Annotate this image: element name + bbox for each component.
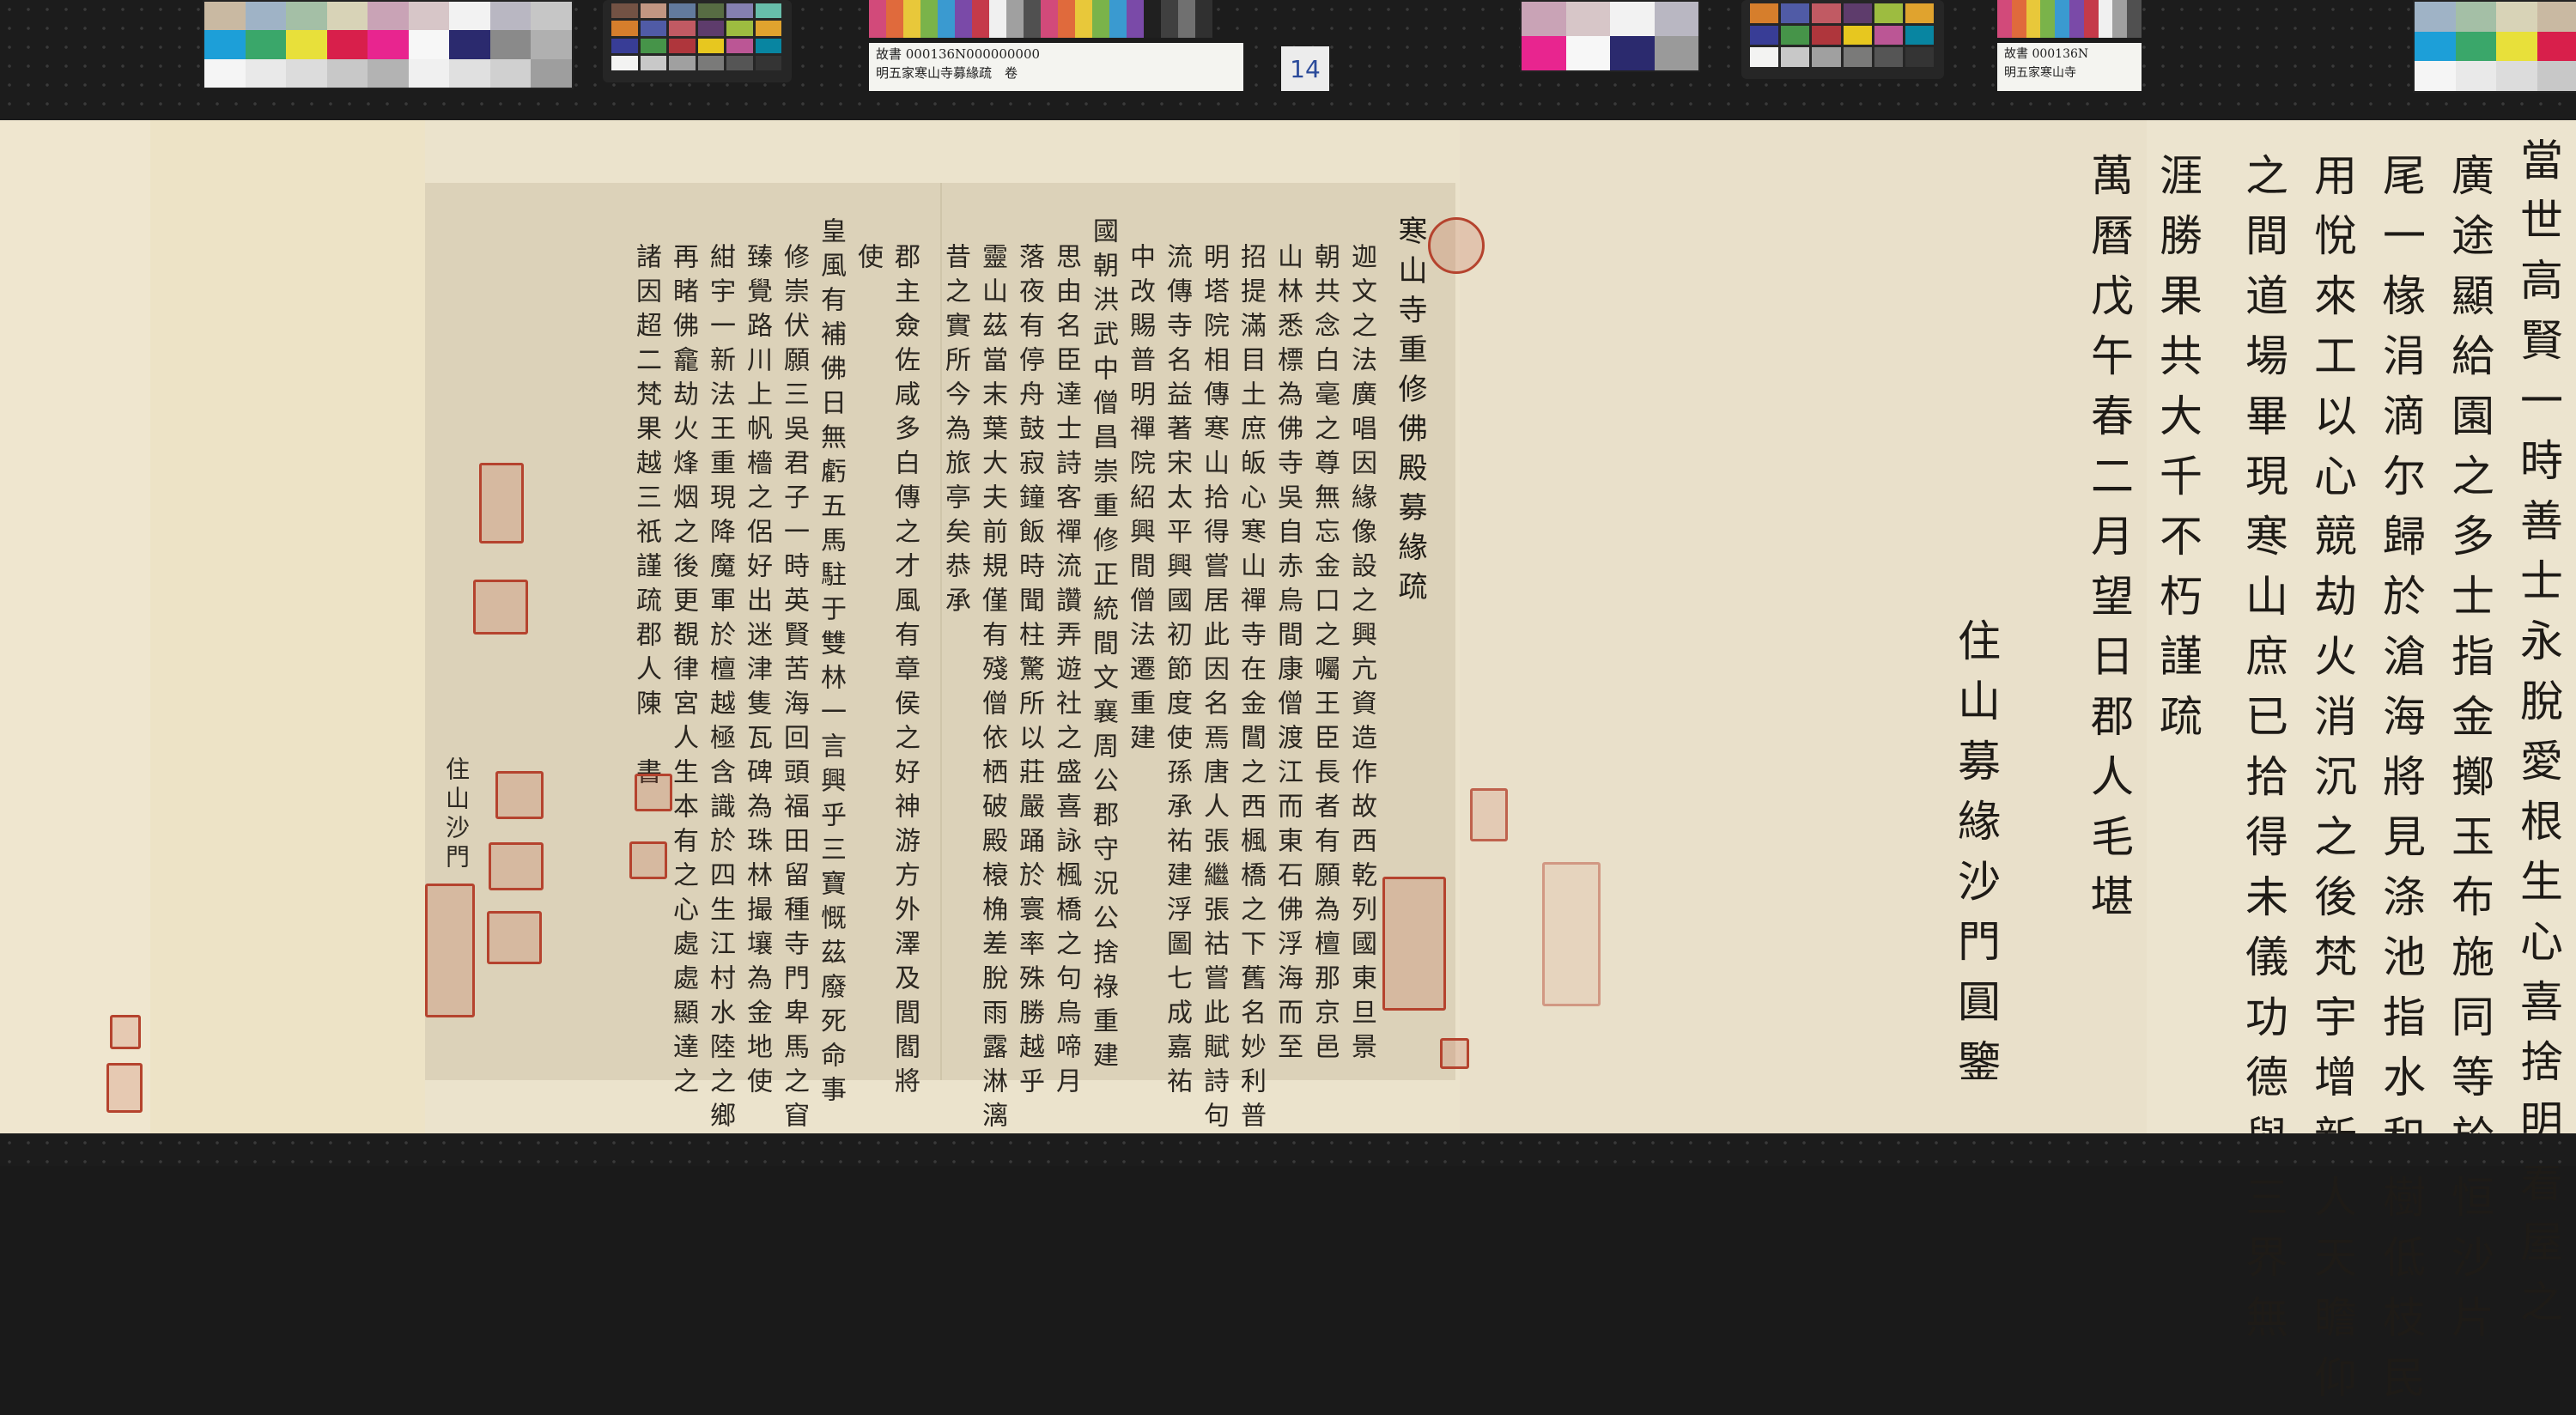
text-column-10: 落夜有停舟鼓寂鐘飯時聞柱驚所以莊嚴踊於寰率殊勝越乎	[1014, 243, 1044, 1102]
text-column-7: 中改賜普明禪院紹興間僧法遷重建	[1125, 243, 1155, 758]
text-column-1: 迦文之法廣唱因緣像設之興亢資造作故西乾列國東旦景	[1346, 243, 1376, 1067]
color-chart-a	[203, 0, 574, 89]
color-chart-b	[1520, 0, 1700, 72]
label-right-line-2: 明五家寒山寺	[2004, 66, 2076, 80]
text-column-13: 郡主僉佐咸多白傳之才風有章侯之好神游方外澤及閭閻將	[890, 243, 920, 1102]
text-column-19: 再睹佛龕劫火烽烟之後更覩律宮人生本有之心處處顯達之	[668, 243, 698, 1102]
seal-panel-right-small	[1440, 1038, 1469, 1069]
text-column-16: 修崇伏願三吳君子一時英賢苦海回頭福田留種寺門卑馬之窅宜	[779, 243, 809, 1170]
seal-mid-4	[489, 842, 544, 890]
sheet-number-tag: 14	[1281, 46, 1329, 91]
seal-mid-3	[495, 771, 544, 819]
seal-author-2	[629, 841, 667, 879]
specimen-label-card-right: 故書 000136N 明五家寒山寺	[1997, 43, 2142, 91]
colophon-column-3: 之間道場畢現寒山庶已拾得未儀功德與三界無	[2239, 153, 2288, 1355]
text-column-20: 諸因超二梵果越三祇謹疏郡人陳 書	[631, 243, 661, 793]
color-chart-c	[2413, 0, 2576, 93]
text-column-15: 皇風有補佛日無虧五馬駐于雙林一言興乎三寶慨茲廢死命事	[816, 217, 846, 1110]
text-column-4: 招提滿目土庶皈心寒山禪寺在金閶之西楓橋之下舊名妙利普	[1236, 243, 1266, 1136]
text-column-2: 朝共念白毫之尊無忘金口之囑王臣長者有願為檀那京邑	[1309, 243, 1340, 1067]
mounting-silk-left	[0, 120, 150, 1138]
sheet-number: 14	[1290, 54, 1321, 83]
seal-mount-left-2	[106, 1063, 143, 1113]
backdrop-bottom	[0, 1133, 2576, 1166]
colophon-column-8: 開田庶調河而之牧旅景成若莊亞天花之降陸	[2570, 137, 2576, 1279]
signature-left: 住山沙門	[442, 756, 471, 873]
color-strip-a	[869, 0, 1212, 38]
text-column-6: 流傳寺名益著宋太平興國初節度使孫承祐建浮圖七成嘉祐	[1162, 243, 1192, 1102]
seal-mid-2	[473, 580, 528, 635]
text-column-14: 使	[853, 243, 883, 277]
text-column-3: 山林悉標為佛寺吳自赤烏間康僧渡江而東石佛浮海而至	[1273, 243, 1303, 1067]
colophon-column-6: 廣途顯給園之多士指金擲玉布施同等於恒沙片	[2445, 153, 2494, 1355]
label-line-1: 故書 000136N000000000	[876, 46, 1041, 62]
seal-round-top	[1428, 217, 1485, 274]
text-column-9: 思由名臣達士詩客禪流讚弄遊社之盛喜詠楓橋之句烏啼月	[1051, 243, 1081, 1102]
seal-panel-right-large	[1382, 877, 1446, 1011]
text-column-8: 國朝洪武中僧昌崇重修正統間文襄周公郡守況公捨祿重建	[1088, 217, 1118, 1076]
colophon-column-2: 涯勝果共大千不朽謹疏	[2153, 153, 2202, 754]
colophon-column-5: 尾一椽涓滴尔歸於滄海將見涤池指水和樹低枝民	[2376, 153, 2426, 1415]
seal-mount-right-2	[1542, 862, 1601, 1006]
manuscript-panel: 寒山寺重修佛殿募緣疏 迦文之法廣唱因緣像設之興亢資造作故西乾列國東旦景 朝共念白…	[425, 183, 1485, 1170]
seal-mount-left-1	[110, 1015, 141, 1049]
label-line-2: 明五家寒山寺募緣疏 卷	[876, 65, 1018, 81]
text-column-11: 靈山茲當末葉大夫前規僅有殘僧依栖破殿榱桷差脫雨露淋漓	[977, 243, 1007, 1136]
seal-mid-1	[479, 463, 524, 544]
color-checker-b	[1741, 0, 1944, 79]
colophon-signature: 住山募緣沙門圓鑒	[1951, 618, 2001, 1099]
text-column-18: 紺宇一新法王重現降魔軍於檀越極含識於四生江村水陸之鄉	[705, 243, 735, 1136]
text-column-12: 昔之實所今為旅亭矣恭承	[940, 243, 970, 621]
label-right-line-1: 故書 000136N	[2004, 47, 2089, 61]
seal-mount-right-1	[1470, 788, 1508, 841]
color-strip-b	[1997, 0, 2142, 38]
seal-left-large	[425, 884, 475, 1017]
seal-author-1	[635, 774, 672, 811]
colophon-column-1: 萬曆戊午春二月望日郡人毛堪	[2084, 153, 2134, 934]
text-column-5: 明塔院相傳寒山拾得嘗居此因名焉唐人張繼張祜嘗此賦詩句	[1199, 243, 1229, 1136]
color-checker-a	[603, 0, 792, 82]
manuscript-title: 寒山寺重修佛殿募緣疏	[1393, 216, 1427, 610]
mounting-paper-left	[150, 120, 425, 1138]
text-column-17: 臻覺路川上帆檣之侶好出迷津隻瓦碑為珠林撮壤為金地使	[742, 243, 772, 1102]
specimen-label-card: 故書 000136N000000000 明五家寒山寺募緣疏 卷	[869, 43, 1243, 91]
seal-mid-5	[487, 911, 542, 964]
colophon-column-4: 用悅來工以心競劫火消沉之後梵宇增新人天瞻仰	[2307, 153, 2357, 1415]
